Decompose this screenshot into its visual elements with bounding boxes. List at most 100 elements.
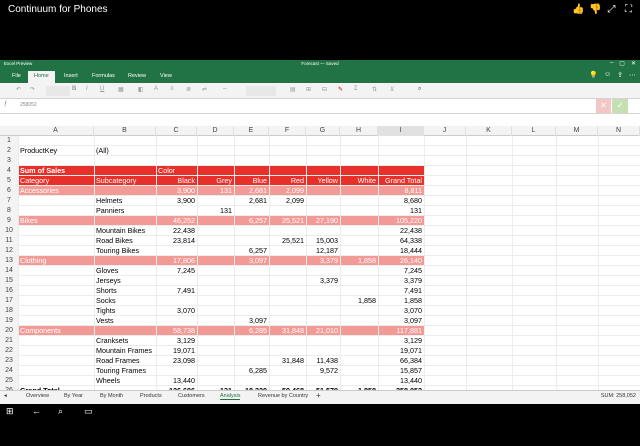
column-header-b[interactable]: B bbox=[94, 126, 156, 136]
tab-review[interactable]: Review bbox=[122, 71, 152, 83]
cancel-icon[interactable]: ✕ bbox=[596, 99, 611, 113]
row-header-10[interactable]: 10 bbox=[0, 226, 18, 236]
minimize-icon[interactable]: – bbox=[610, 60, 613, 67]
undo-icon[interactable]: ↶ bbox=[16, 86, 21, 96]
redo-icon[interactable]: ↷ bbox=[30, 86, 35, 96]
column-header-d[interactable]: D bbox=[197, 126, 234, 136]
tab-view[interactable]: View bbox=[154, 71, 178, 83]
sheet-tab-by-month[interactable]: By Month bbox=[100, 393, 123, 399]
column-header-l[interactable]: L bbox=[512, 126, 556, 136]
sheet-tab-revenue-by-country[interactable]: Revenue by Country bbox=[258, 393, 308, 399]
resize-icon[interactable]: ⤢ bbox=[606, 4, 617, 15]
column-header-m[interactable]: M bbox=[556, 126, 598, 136]
autosum-icon[interactable]: Σ bbox=[354, 86, 358, 96]
share-icon[interactable]: ⇪ bbox=[617, 71, 623, 79]
sheet-tab-analysis[interactable]: Analysis bbox=[220, 393, 241, 400]
row-header-8[interactable]: 8 bbox=[0, 206, 18, 216]
spreadsheet-grid[interactable]: ABCDEFGHIJKLMN 1 2 3 4 5 6 7 8 9 10 11 12 13 14 15 16 17… bbox=[0, 126, 640, 391]
italic-button[interactable]: I bbox=[86, 86, 88, 96]
merge-icon[interactable]: ⇔ bbox=[222, 86, 228, 96]
task-view-icon[interactable]: ▭ bbox=[84, 406, 93, 417]
bold-button[interactable]: B bbox=[72, 86, 76, 96]
sort-icon[interactable]: ⇅ bbox=[372, 86, 377, 96]
gridline bbox=[18, 355, 640, 356]
name-box[interactable]: 258052 bbox=[20, 102, 37, 108]
close-icon[interactable]: ✕ bbox=[631, 60, 636, 67]
align-left-icon[interactable]: ≡ bbox=[170, 86, 174, 96]
row-header-1[interactable]: 1 bbox=[0, 136, 18, 146]
tab-home[interactable]: Home bbox=[28, 71, 55, 83]
row-header-12[interactable]: 12 bbox=[0, 246, 18, 256]
row-header-24[interactable]: 24 bbox=[0, 366, 18, 376]
number-format-select[interactable] bbox=[246, 86, 276, 96]
row-header-9[interactable]: 9 bbox=[0, 216, 18, 226]
row-header-7[interactable]: 7 bbox=[0, 196, 18, 206]
sheet-tab-overview[interactable]: Overview bbox=[26, 393, 49, 399]
borders-icon[interactable]: ▦ bbox=[118, 86, 124, 96]
windows-start-icon[interactable]: ⊞ bbox=[6, 406, 14, 417]
row-header-22[interactable]: 22 bbox=[0, 346, 18, 356]
sheet-nav-icon[interactable]: ◂ bbox=[4, 393, 7, 399]
ribbon-right-icons: 💡 ☺ ⇪ ⋯ bbox=[589, 71, 636, 79]
row-header-6[interactable]: 6 bbox=[0, 186, 18, 196]
row-header-14[interactable]: 14 bbox=[0, 266, 18, 276]
sheet-tab-customers[interactable]: Customers bbox=[178, 393, 205, 399]
font-color-icon[interactable]: A bbox=[154, 86, 158, 96]
row-header-3[interactable]: 3 bbox=[0, 156, 18, 166]
row-header-5[interactable]: 5 bbox=[0, 176, 18, 186]
row-header-19[interactable]: 19 bbox=[0, 316, 18, 326]
thumbs-down-icon[interactable]: 👎 bbox=[589, 4, 601, 15]
confirm-icon[interactable]: ✓ bbox=[612, 99, 628, 113]
fill-color-icon[interactable]: ◧ bbox=[138, 86, 144, 96]
row-header-4[interactable]: 4 bbox=[0, 166, 18, 176]
font-name-select[interactable] bbox=[46, 86, 70, 96]
column-header-c[interactable]: C bbox=[156, 126, 197, 136]
row-header-13[interactable]: 13 bbox=[0, 256, 18, 266]
align-center-icon[interactable]: ≣ bbox=[186, 86, 191, 96]
thumbs-up-icon[interactable]: 👍 bbox=[572, 4, 584, 15]
expand-icon[interactable]: ⛶ bbox=[623, 4, 634, 15]
smiley-icon[interactable]: ☺ bbox=[604, 71, 611, 79]
column-header-i[interactable]: I bbox=[378, 126, 424, 136]
row-header-16[interactable]: 16 bbox=[0, 286, 18, 296]
column-header-g[interactable]: G bbox=[306, 126, 340, 136]
add-sheet-button[interactable]: + bbox=[316, 391, 321, 400]
find-icon[interactable]: ⌕ bbox=[418, 86, 421, 96]
underline-button[interactable]: U bbox=[100, 86, 104, 96]
gridline bbox=[18, 305, 640, 306]
column-header-e[interactable]: E bbox=[234, 126, 269, 136]
row-header-23[interactable]: 23 bbox=[0, 356, 18, 366]
insert-cells-icon[interactable]: ⊞ bbox=[306, 86, 311, 96]
column-header-k[interactable]: K bbox=[466, 126, 512, 136]
back-icon[interactable]: ← bbox=[32, 406, 41, 416]
row-header-21[interactable]: 21 bbox=[0, 336, 18, 346]
row-header-18[interactable]: 18 bbox=[0, 306, 18, 316]
row-header-2[interactable]: 2 bbox=[0, 146, 18, 156]
filter-icon[interactable]: ⊻ bbox=[390, 86, 394, 96]
maximize-icon[interactable]: ▢ bbox=[619, 60, 625, 67]
gridline bbox=[18, 335, 640, 336]
search-icon[interactable]: ⌕ bbox=[58, 406, 63, 417]
row-header-17[interactable]: 17 bbox=[0, 296, 18, 306]
lightbulb-icon[interactable]: 💡 bbox=[589, 71, 598, 79]
tab-insert[interactable]: Insert bbox=[58, 71, 84, 83]
sheet-tab-by-year[interactable]: By Year bbox=[64, 393, 83, 399]
column-header-j[interactable]: J bbox=[424, 126, 466, 136]
column-header-f[interactable]: F bbox=[269, 126, 306, 136]
wrap-text-icon[interactable]: ⇌ bbox=[202, 86, 207, 96]
column-header-n[interactable]: N bbox=[598, 126, 640, 136]
tab-file[interactable]: File bbox=[6, 71, 27, 83]
row-header-25[interactable]: 25 bbox=[0, 376, 18, 386]
column-header-a[interactable]: A bbox=[18, 126, 94, 136]
sheet-tab-products[interactable]: Products bbox=[140, 393, 162, 399]
tab-formulas[interactable]: Formulas bbox=[86, 71, 121, 83]
column-header-h[interactable]: H bbox=[340, 126, 378, 136]
delete-cells-icon[interactable]: ⊟ bbox=[322, 86, 327, 96]
row-header-11[interactable]: 11 bbox=[0, 236, 18, 246]
app-title: Continuum for Phones bbox=[8, 4, 108, 15]
row-header-15[interactable]: 15 bbox=[0, 276, 18, 286]
row-header-20[interactable]: 20 bbox=[0, 326, 18, 336]
clear-icon[interactable]: ✎ bbox=[338, 86, 343, 96]
more-icon[interactable]: ⋯ bbox=[629, 71, 636, 79]
conditional-format-icon[interactable]: ▤ bbox=[290, 86, 296, 96]
